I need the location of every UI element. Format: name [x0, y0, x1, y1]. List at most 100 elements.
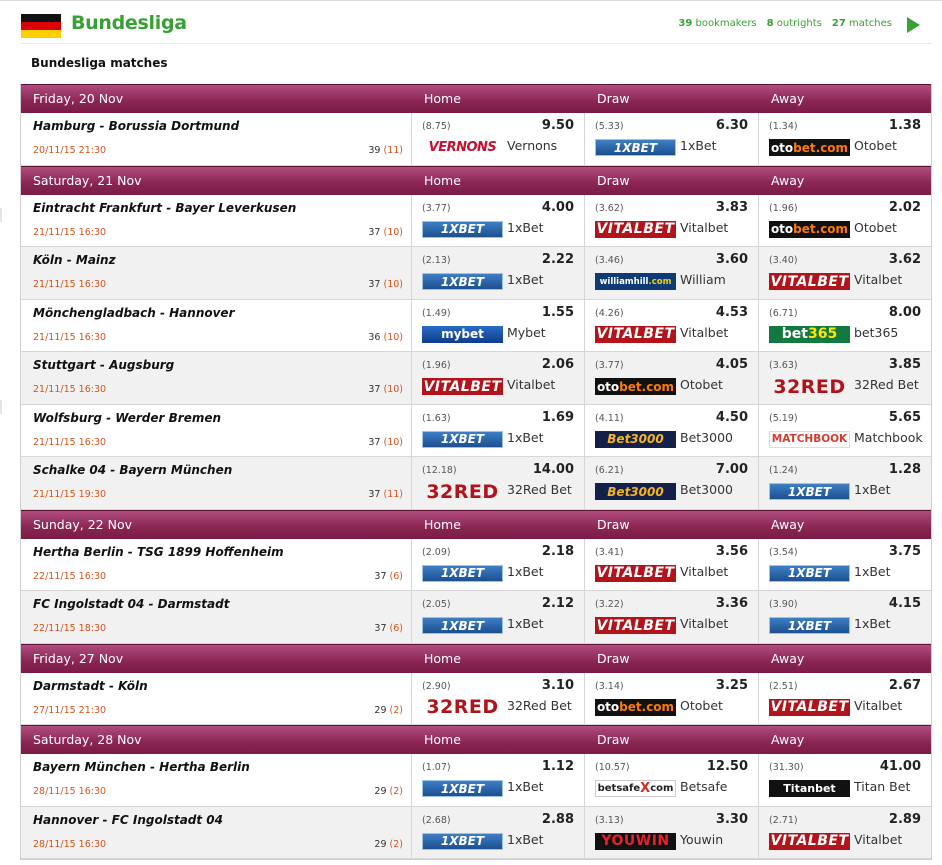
- bookmaker-name[interactable]: Vitalbet: [680, 564, 728, 579]
- bookmaker-name[interactable]: Otobet: [680, 377, 723, 392]
- bookmaker-name[interactable]: Bet3000: [680, 430, 733, 445]
- odds-cell-draw[interactable]: (3.62) 3.83 VITALBET Vitalbet: [585, 194, 759, 246]
- bookmaker-logo[interactable]: 32RED: [769, 378, 850, 395]
- best-odds[interactable]: 2.89: [889, 812, 921, 827]
- odds-cell-draw[interactable]: (4.26) 4.53 VITALBET Vitalbet: [585, 299, 759, 351]
- odds-cell-home[interactable]: (2.13) 2.22 1XBET 1xBet: [412, 247, 585, 299]
- match-teams-link[interactable]: Hertha Berlin - TSG 1899 Hoffenheim: [33, 545, 284, 559]
- best-odds[interactable]: 2.06: [542, 357, 574, 372]
- odds-cell-away[interactable]: (1.34) 1.38 oto bet.com Otobet: [759, 113, 931, 165]
- bookmaker-name[interactable]: Vernons: [507, 138, 557, 153]
- bookmaker-logo[interactable]: VITALBET: [595, 564, 676, 582]
- bookmaker-name[interactable]: Youwin: [680, 832, 723, 847]
- bookmaker-logo[interactable]: 32RED: [422, 483, 503, 500]
- bookmaker-name[interactable]: Vitalbet: [507, 377, 555, 392]
- bookmaker-logo[interactable]: VITALBET: [595, 325, 676, 343]
- bookmaker-logo[interactable]: 1XBET: [769, 617, 850, 634]
- best-odds[interactable]: 3.10: [542, 678, 574, 693]
- best-odds[interactable]: 1.69: [542, 410, 574, 425]
- bookmaker-logo[interactable]: oto bet.com: [769, 220, 850, 238]
- odds-cell-draw[interactable]: (3.13) 3.30 YOUWIN Youwin: [585, 806, 759, 858]
- bookmaker-logo[interactable]: bet 365: [769, 325, 850, 343]
- bookmaker-name[interactable]: Titan Bet: [854, 779, 910, 794]
- bookmaker-name[interactable]: 1xBet: [507, 832, 544, 847]
- best-odds[interactable]: 12.50: [707, 759, 748, 774]
- match-teams-link[interactable]: Mönchengladbach - Hannover: [33, 306, 235, 320]
- best-odds[interactable]: 3.25: [716, 678, 748, 693]
- bookmaker-logo[interactable]: 1XBET: [769, 564, 850, 582]
- odds-cell-draw[interactable]: (3.14) 3.25 oto bet.com Otobet: [585, 672, 759, 724]
- match-odds-count[interactable]: 36 (10): [368, 332, 403, 343]
- bookmaker-name[interactable]: 1xBet: [507, 564, 544, 579]
- bookmaker-logo[interactable]: VITALBET: [769, 273, 850, 290]
- best-odds[interactable]: 2.12: [542, 596, 574, 611]
- best-odds[interactable]: 3.62: [889, 252, 921, 267]
- odds-cell-home[interactable]: (1.63) 1.69 1XBET 1xBet: [412, 404, 585, 456]
- best-odds[interactable]: 2.02: [889, 200, 921, 215]
- match-teams-link[interactable]: Hannover - FC Ingolstadt 04: [33, 813, 223, 827]
- bookmaker-logo[interactable]: 1XBET: [422, 220, 503, 238]
- bookmaker-logo[interactable]: MATCHBOOK: [769, 430, 850, 448]
- bookmaker-name[interactable]: 1xBet: [507, 272, 544, 287]
- match-teams-link[interactable]: Eintracht Frankfurt - Bayer Leverkusen: [33, 201, 296, 215]
- bookmaker-name[interactable]: Otobet: [854, 220, 897, 235]
- odds-cell-away[interactable]: (3.40) 3.62 VITALBET Vitalbet: [759, 247, 931, 299]
- bookmaker-name[interactable]: 1xBet: [854, 616, 891, 631]
- bookmaker-name[interactable]: Betsafe: [680, 779, 727, 794]
- bookmaker-logo[interactable]: YOUWIN: [595, 832, 676, 850]
- best-odds[interactable]: 4.50: [716, 410, 748, 425]
- best-odds[interactable]: 3.30: [716, 812, 748, 827]
- best-odds[interactable]: 2.22: [542, 252, 574, 267]
- odds-cell-home[interactable]: (2.05) 2.12 1XBET 1xBet: [412, 591, 585, 643]
- bookmaker-logo[interactable]: 1XBET: [769, 483, 850, 500]
- stat-matches[interactable]: 27 matches: [832, 18, 892, 29]
- bookmaker-logo[interactable]: betsafe Xcom: [595, 780, 676, 797]
- match-odds-count[interactable]: 29 (2): [374, 786, 403, 797]
- bookmaker-name[interactable]: 32Red Bet: [854, 377, 919, 392]
- odds-cell-draw[interactable]: (3.41) 3.56 VITALBET Vitalbet: [585, 538, 759, 590]
- bookmaker-logo[interactable]: 1XBET: [422, 617, 503, 634]
- best-odds[interactable]: 1.55: [542, 305, 574, 320]
- match-teams-link[interactable]: Köln - Mainz: [33, 253, 116, 267]
- best-odds[interactable]: 5.65: [889, 410, 921, 425]
- bookmaker-logo[interactable]: 1XBET: [422, 273, 503, 290]
- match-teams-link[interactable]: Bayern München - Hertha Berlin: [33, 760, 250, 774]
- odds-cell-draw[interactable]: (4.11) 4.50 Bet3000 Bet3000: [585, 404, 759, 456]
- odds-cell-draw[interactable]: (5.33) 6.30 1XBET 1xBet: [585, 113, 759, 165]
- play-arrow-icon[interactable]: [907, 17, 920, 33]
- match-odds-count[interactable]: 29 (2): [374, 839, 403, 850]
- match-odds-count[interactable]: 37 (6): [374, 571, 403, 582]
- bookmaker-logo[interactable]: 32RED: [422, 699, 503, 716]
- bookmaker-logo[interactable]: VITALBET: [422, 378, 503, 395]
- bookmaker-logo[interactable]: VITALBET: [769, 832, 850, 850]
- bookmaker-logo[interactable]: oto bet.com: [769, 139, 850, 156]
- best-odds[interactable]: 2.88: [542, 812, 574, 827]
- match-odds-count[interactable]: 37 (11): [368, 489, 403, 500]
- odds-cell-away[interactable]: (3.54) 3.75 1XBET 1xBet: [759, 539, 931, 591]
- odds-cell-home[interactable]: (1.07) 1.12 1XBET 1xBet: [412, 754, 585, 806]
- bookmaker-name[interactable]: 32Red Bet: [507, 482, 572, 497]
- bookmaker-name[interactable]: William: [680, 272, 726, 287]
- bookmaker-name[interactable]: Matchbook: [854, 430, 923, 445]
- bookmaker-name[interactable]: 1xBet: [507, 779, 544, 794]
- bookmaker-logo[interactable]: Bet3000: [595, 430, 676, 448]
- bookmaker-logo[interactable]: oto bet.com: [595, 378, 676, 395]
- best-odds[interactable]: 4.53: [716, 305, 748, 320]
- odds-cell-home[interactable]: (2.68) 2.88 1XBET 1xBet: [412, 806, 585, 858]
- best-odds[interactable]: 3.83: [716, 200, 748, 215]
- best-odds[interactable]: 2.18: [542, 544, 574, 559]
- bookmaker-logo[interactable]: oto bet.com: [595, 698, 676, 716]
- bookmaker-name[interactable]: Bet3000: [680, 482, 733, 497]
- bookmaker-name[interactable]: Mybet: [507, 325, 546, 340]
- odds-cell-away[interactable]: (1.96) 2.02 oto bet.com Otobet: [759, 195, 931, 247]
- match-teams-link[interactable]: Darmstadt - Köln: [33, 679, 148, 693]
- odds-cell-draw[interactable]: (3.46) 3.60 williamhill .com William: [585, 247, 759, 299]
- match-odds-count[interactable]: 37 (10): [368, 384, 403, 395]
- bookmaker-name[interactable]: 1xBet: [854, 564, 891, 579]
- bookmaker-name[interactable]: 1xBet: [507, 220, 544, 235]
- best-odds[interactable]: 1.12: [542, 759, 574, 774]
- best-odds[interactable]: 3.75: [889, 544, 921, 559]
- bookmaker-name[interactable]: Vitalbet: [680, 325, 728, 340]
- odds-cell-home[interactable]: (1.49) 1.55 mybet Mybet: [412, 299, 585, 351]
- odds-cell-away[interactable]: (31.30) 41.00 Titanbet Titan Bet: [759, 754, 931, 806]
